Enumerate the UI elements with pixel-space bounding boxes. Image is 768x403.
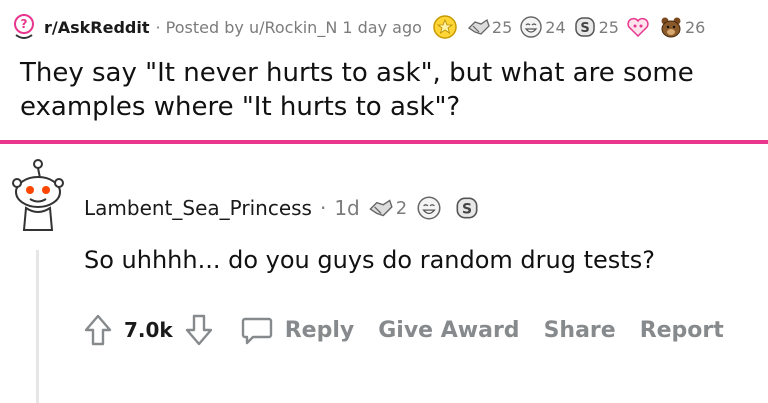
handshake-award-icon: [368, 199, 393, 217]
reply-label: Reply: [284, 317, 355, 343]
laugh-award-icon: [417, 196, 441, 220]
section-divider: [0, 140, 768, 144]
post-meta: · Posted by u/Rockin_N 1 day ago: [155, 17, 422, 37]
downvote-button[interactable]: [181, 310, 217, 350]
bear-award-icon: [661, 17, 681, 38]
vote-score: 7.0k: [124, 318, 173, 342]
comment-award[interactable]: 2: [366, 194, 407, 222]
report-label: Report: [639, 317, 724, 343]
downvote-arrow-icon: [185, 314, 212, 346]
upvote-arrow-icon: [84, 314, 112, 346]
share-button[interactable]: Share: [544, 318, 616, 343]
laugh-award-icon: [520, 16, 542, 38]
give-award-button[interactable]: Give Award: [378, 318, 519, 343]
svg-text:?: ?: [21, 17, 28, 31]
reply-button[interactable]: Reply: [241, 315, 355, 345]
silver-coin-award-icon: S: [456, 197, 478, 219]
silver-coin-award-icon: S: [574, 17, 595, 37]
report-button[interactable]: Report: [640, 318, 724, 343]
comment-bubble-icon: [241, 317, 272, 345]
post-award[interactable]: 24: [518, 14, 566, 40]
give-award-label: Give Award: [378, 317, 520, 343]
share-label: Share: [543, 317, 616, 343]
upvote-button[interactable]: [80, 310, 116, 350]
post-award[interactable]: [625, 14, 652, 40]
post-title[interactable]: They say "It never hurts to ask", but wh…: [20, 56, 755, 124]
post-awards: 25 24 S 25 26: [432, 14, 711, 40]
comment-award[interactable]: S: [453, 194, 483, 222]
separator-dot: ·: [319, 196, 327, 220]
post-award[interactable]: 26: [658, 14, 705, 40]
thread-line[interactable]: [36, 250, 39, 403]
comment-body: So uhhhh... do you guys do random drug t…: [84, 246, 655, 274]
svg-text:S: S: [580, 21, 589, 36]
comment-header: Lambent_Sea_Princess · 1d 2 S: [84, 192, 491, 224]
comment-action-bar: 7.0k Reply Give Award Share Report: [80, 308, 724, 352]
post-award[interactable]: 25: [465, 14, 512, 40]
post-header: ? r/AskReddit · Posted by u/Rockin_N 1 d…: [10, 10, 760, 44]
comment-award[interactable]: [415, 194, 445, 222]
svg-text:S: S: [462, 201, 472, 217]
subreddit-link[interactable]: r/AskReddit: [44, 18, 150, 37]
comment-age[interactable]: 1d: [334, 196, 359, 220]
gold-award-icon: [433, 15, 457, 39]
post-award[interactable]: [432, 14, 459, 40]
post-award[interactable]: S 25: [572, 14, 619, 40]
user-avatar[interactable]: [8, 156, 68, 232]
snoo-avatar-icon: [12, 159, 64, 231]
askreddit-icon[interactable]: ?: [10, 13, 38, 41]
comment-username[interactable]: Lambent_Sea_Princess: [84, 196, 312, 220]
heart-eyes-award-icon: [627, 17, 649, 38]
handshake-award-icon: [467, 18, 490, 35]
